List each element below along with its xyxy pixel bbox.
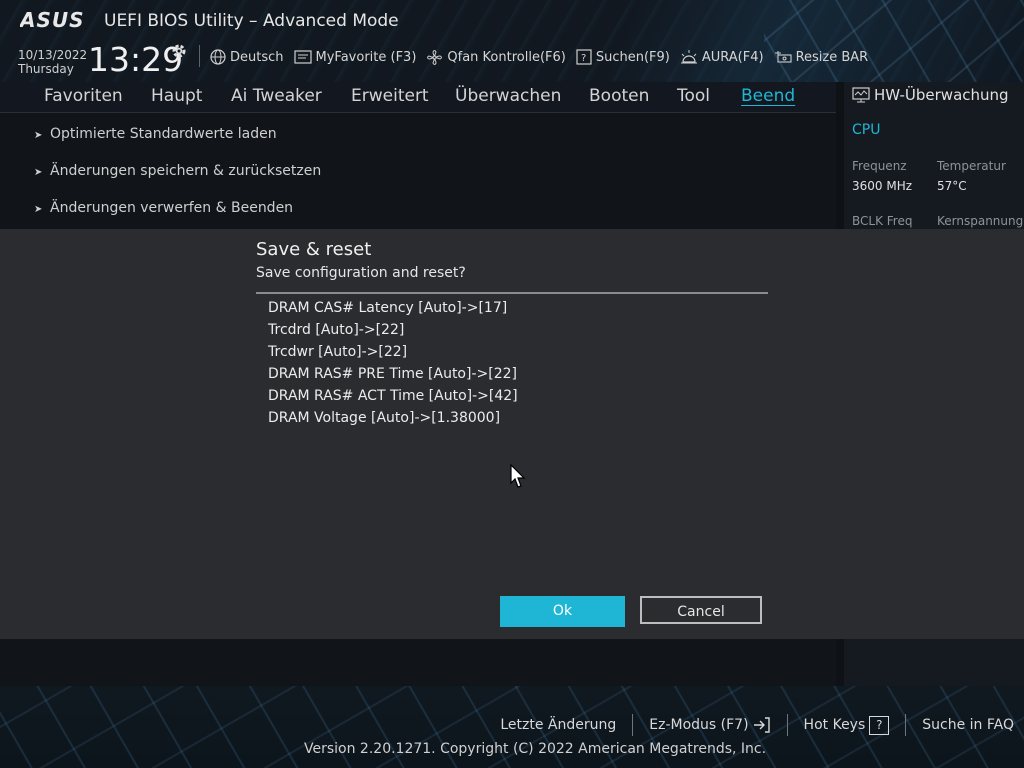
dialog-title: Save & reset	[256, 239, 372, 260]
chevron-right-icon: ➤	[34, 167, 43, 178]
ez-mode-link[interactable]: Ez-Modus (F7)	[649, 717, 770, 733]
copyright-text: Version 2.20.1271. Copyright (C) 2022 Am…	[304, 741, 767, 757]
fan-icon	[427, 49, 443, 65]
change-item: Trcdrd [Auto]->[22]	[268, 322, 405, 338]
footer-divider	[786, 714, 788, 736]
aura-button[interactable]: AURA(F4)	[680, 49, 764, 65]
footer-divider	[632, 714, 634, 736]
menu-item-load-defaults[interactable]: ➤ Optimierte Standardwerte laden	[34, 126, 277, 142]
resize-bar-button[interactable]: Resize BAR	[774, 49, 869, 65]
change-item: DRAM CAS# Latency [Auto]->[17]	[268, 300, 508, 316]
tab-ai-tweaker[interactable]: Ai Tweaker	[231, 86, 322, 106]
tab-favoriten[interactable]: Favoriten	[44, 86, 123, 106]
hw-monitor-title: HW-Überwachung	[852, 86, 1009, 104]
change-item: DRAM RAS# ACT Time [Auto]->[42]	[268, 388, 518, 404]
asus-logo: ASUS	[20, 9, 85, 31]
footer-bar: Letzte Änderung Ez-Modus (F7) Hot Keys ?…	[0, 686, 1024, 768]
toolbar: Deutsch MyFavorite (F3) Qfan Kontrolle(F…	[210, 48, 878, 66]
tab-booten[interactable]: Booten	[589, 86, 649, 106]
dialog-divider	[256, 292, 768, 294]
monitor-icon	[852, 87, 870, 103]
search-icon: ?	[576, 49, 592, 65]
value-temperature: 57°C	[937, 179, 967, 193]
favorite-icon	[293, 50, 312, 64]
exit-arrow-icon	[753, 717, 770, 733]
weekday-text: Thursday	[18, 62, 74, 76]
search-button[interactable]: ? Suchen(F9)	[576, 49, 670, 65]
faq-search-link[interactable]: Suche in FAQ	[922, 717, 1014, 733]
value-frequency: 3600 MHz	[852, 179, 913, 193]
svg-text:?: ?	[581, 53, 586, 64]
footer-divider	[905, 714, 907, 736]
language-button[interactable]: Deutsch	[210, 49, 284, 65]
window-title: UEFI BIOS Utility – Advanced Mode	[104, 11, 399, 31]
menu-item-discard-exit[interactable]: ➤ Änderungen verwerfen & Beenden	[34, 200, 293, 216]
help-icon: ?	[869, 715, 890, 735]
label-bclk-freq: BCLK Freq	[852, 214, 913, 228]
chevron-right-icon: ➤	[34, 204, 43, 215]
mouse-cursor-icon	[510, 464, 526, 488]
tab-tool[interactable]: Tool	[677, 86, 710, 106]
search-label: Suchen(F9)	[595, 49, 670, 65]
ok-button[interactable]: Ok	[500, 596, 625, 627]
hot-keys-link[interactable]: Hot Keys ?	[803, 715, 890, 735]
myfavorite-button[interactable]: MyFavorite (F3)	[293, 49, 417, 65]
clock-time: 13:29	[88, 40, 184, 79]
globe-icon	[210, 49, 226, 65]
cancel-button[interactable]: Cancel	[640, 596, 762, 624]
main-tabs: Favoriten Haupt Ai Tweaker Erweitert Übe…	[0, 82, 836, 113]
menu-item-label: Optimierte Standardwerte laden	[50, 126, 277, 142]
label-core-voltage: Kernspannung	[937, 214, 1024, 228]
aura-label: AURA(F4)	[701, 49, 764, 65]
label-temperature: Temperatur	[937, 159, 1006, 173]
myfavorite-label: MyFavorite (F3)	[315, 49, 417, 65]
hot-keys-label: Hot Keys	[803, 717, 866, 733]
language-label: Deutsch	[230, 49, 284, 65]
change-item: Trcdwr [Auto]->[22]	[268, 344, 408, 360]
tab-beend[interactable]: Beend	[741, 86, 795, 106]
hw-section-cpu: CPU	[852, 122, 881, 138]
last-change-link[interactable]: Letzte Änderung	[500, 717, 616, 733]
tab-haupt[interactable]: Haupt	[151, 86, 202, 106]
menu-item-save-reset[interactable]: ➤ Änderungen speichern & zurücksetzen	[34, 163, 321, 179]
change-item: DRAM RAS# PRE Time [Auto]->[22]	[268, 366, 517, 382]
header-bar: ASUS UEFI BIOS Utility – Advanced Mode 1…	[0, 0, 1024, 82]
tab-ueberwachen[interactable]: Überwachen	[455, 86, 561, 106]
dialog-subtitle: Save configuration and reset?	[256, 265, 466, 281]
tab-erweitert[interactable]: Erweitert	[351, 86, 429, 106]
qfan-label: Qfan Kontrolle(F6)	[447, 49, 566, 65]
ez-mode-label: Ez-Modus (F7)	[649, 717, 749, 733]
hw-monitor-title-text: HW-Überwachung	[874, 86, 1009, 104]
aura-icon	[680, 50, 697, 64]
save-reset-dialog: Save & reset Save configuration and rese…	[256, 229, 768, 639]
resize-bar-label: Resize BAR	[795, 49, 869, 65]
menu-item-label: Änderungen speichern & zurücksetzen	[50, 163, 322, 179]
menu-item-label: Änderungen verwerfen & Beenden	[50, 200, 294, 216]
gear-icon[interactable]	[170, 42, 188, 60]
change-item: DRAM Voltage [Auto]->[1.38000]	[268, 410, 501, 426]
footer-links: Letzte Änderung Ez-Modus (F7) Hot Keys ?…	[500, 714, 1014, 736]
resize-bar-icon	[774, 51, 792, 63]
label-frequency: Frequenz	[852, 159, 907, 173]
header-divider	[199, 45, 200, 67]
chevron-right-icon: ➤	[34, 130, 43, 141]
qfan-button[interactable]: Qfan Kontrolle(F6)	[426, 49, 566, 66]
date-text: 10/13/2022	[18, 48, 88, 62]
svg-text:ASUS: ASUS	[20, 9, 85, 31]
date-display: 10/13/2022 Thursday	[18, 48, 87, 76]
